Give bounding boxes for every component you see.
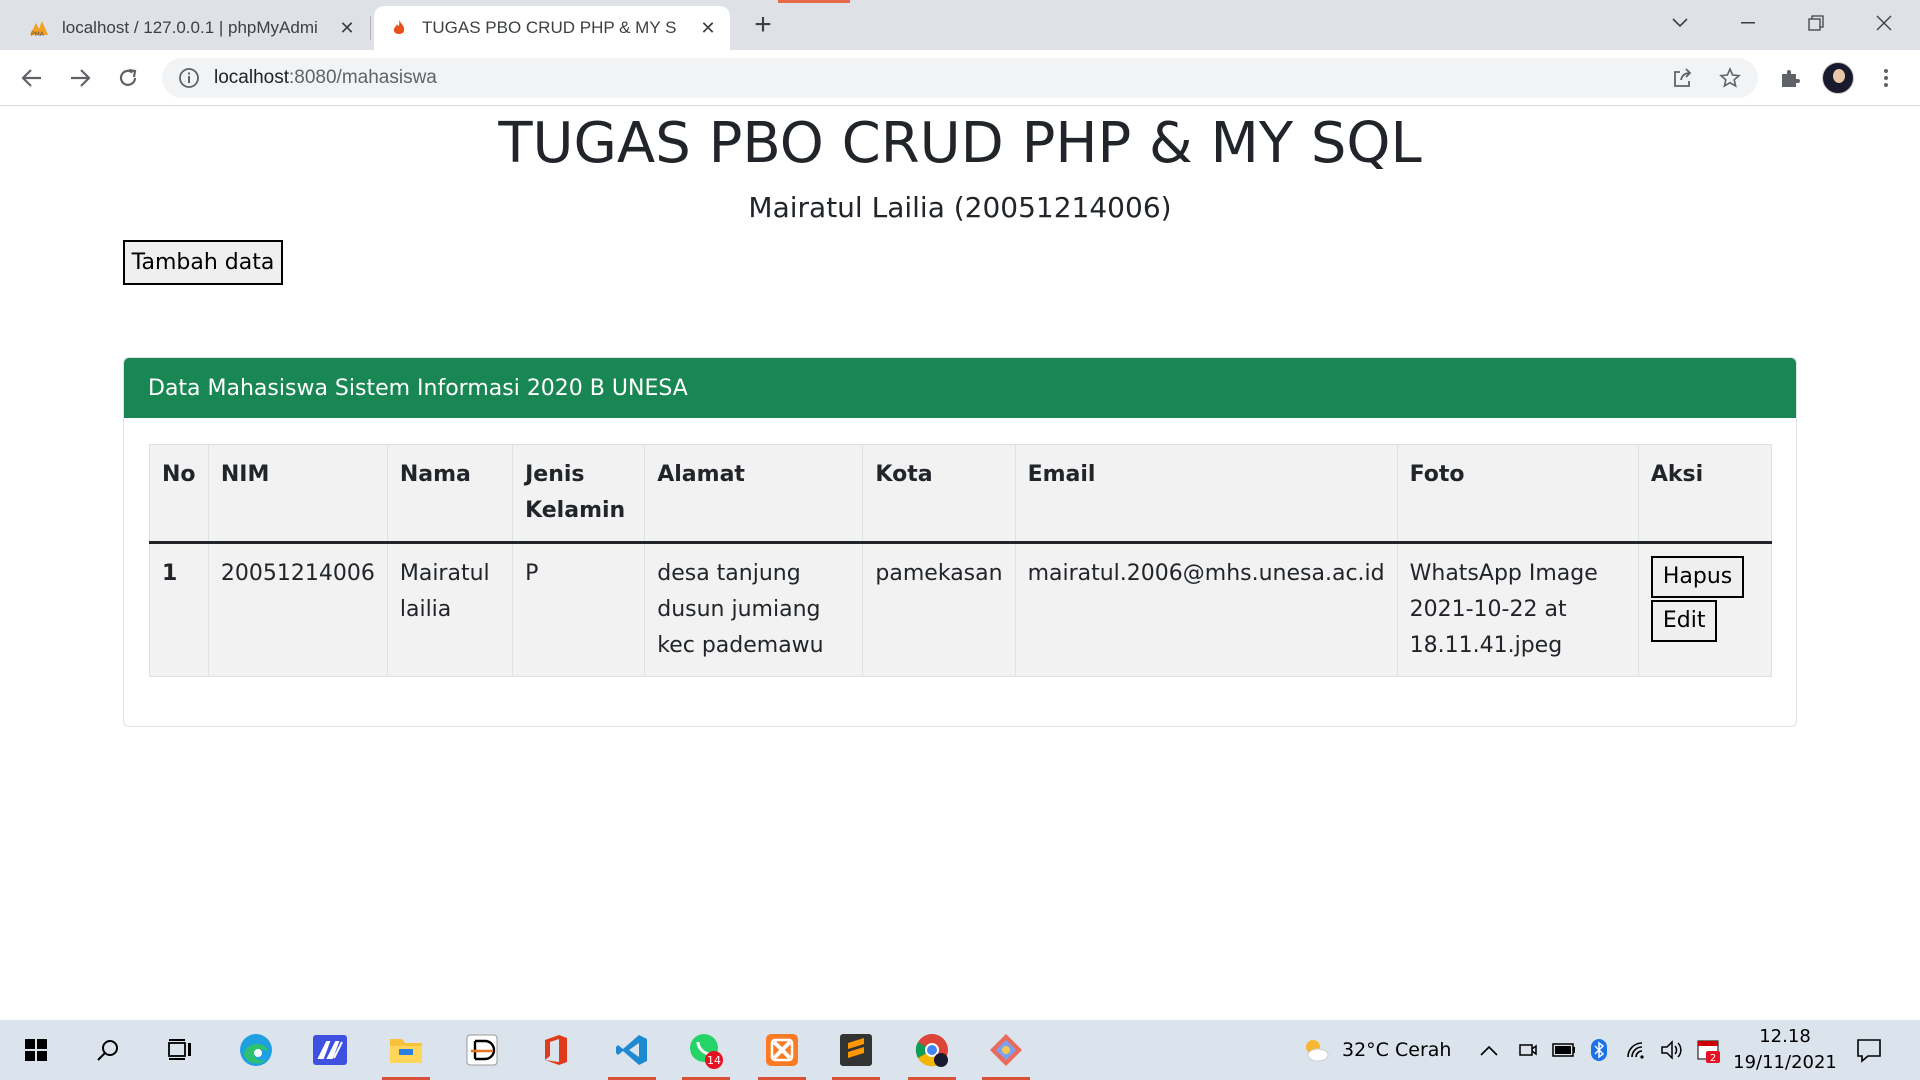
column-header-jenis-kelamin: Jenis Kelamin — [512, 444, 646, 543]
partly-cloudy-icon — [1306, 1040, 1329, 1062]
site-info-icon[interactable] — [178, 67, 200, 89]
share-icon[interactable] — [1670, 66, 1694, 90]
page-title: TUGAS PBO CRUD PHP & MY SQL — [498, 111, 1422, 176]
column-header-nim: NIM — [207, 444, 388, 543]
restore-button[interactable] — [1786, 6, 1846, 40]
mahasiswa-table: No NIM Nama Jenis Kelamin Alamat Kota Em… — [149, 444, 1773, 677]
chrome-icon[interactable] — [902, 1020, 962, 1080]
system-clock[interactable]: 12.18 19/11/2021 — [1730, 1024, 1840, 1076]
tab-strip: PMA localhost / 127.0.0.1 | phpMyAdmin ✕… — [0, 0, 1920, 50]
battery-icon[interactable] — [1552, 1020, 1576, 1080]
diagram-app-icon[interactable] — [452, 1020, 512, 1080]
bluetooth-icon[interactable] — [1590, 1020, 1608, 1080]
loading-indicator — [778, 0, 850, 3]
tab-phpmyadmin[interactable]: PMA localhost / 127.0.0.1 | phpMyAdmin ✕ — [14, 6, 369, 50]
tab-title: TUGAS PBO CRUD PHP & MY SQL — [422, 18, 677, 37]
tab-title: localhost / 127.0.0.1 | phpMyAdmin — [62, 18, 317, 37]
task-view-icon[interactable] — [150, 1020, 210, 1080]
weather-widget[interactable]: 32°C Cerah — [1302, 1020, 1451, 1080]
data-card: Data Mahasiswa Sistem Informasi 2020 B U… — [123, 357, 1797, 727]
close-window-button[interactable] — [1854, 6, 1914, 40]
close-tab-icon[interactable]: ✕ — [335, 16, 359, 40]
page-subtitle: Mairatul Lailia (20051214006) — [748, 191, 1172, 224]
meet-now-icon[interactable] — [1518, 1020, 1538, 1080]
add-data-button[interactable]: Tambah data — [123, 240, 283, 285]
tab-crud-active[interactable]: TUGAS PBO CRUD PHP & MY SQL ✕ — [374, 6, 730, 50]
table-header-row: No NIM Nama Jenis Kelamin Alamat Kota Em… — [149, 444, 1773, 543]
cell-jenis-kelamin: P — [512, 542, 646, 677]
cell-alamat: desa tanjung dusun jumiang kec pademawu — [644, 542, 864, 677]
chrome-menu-icon[interactable] — [1870, 62, 1902, 94]
column-header-kota: Kota — [862, 444, 1016, 543]
wifi-icon[interactable] — [1626, 1020, 1648, 1080]
url-path: :8080/mahasiswa — [289, 67, 437, 88]
visual-studio-icon[interactable] — [300, 1020, 360, 1080]
file-explorer-icon[interactable] — [376, 1020, 436, 1080]
clock-time: 12.18 — [1759, 1026, 1811, 1047]
start-windows-icon[interactable] — [6, 1020, 66, 1080]
calendar-badge: 2 — [1710, 1053, 1716, 1063]
windows-taskbar: 14 32°C Cerah 2 12.18 19/11/2021 — [0, 1020, 1920, 1080]
edit-button[interactable]: Edit — [1650, 600, 1718, 642]
back-button[interactable] — [14, 60, 50, 96]
cell-nim: 20051214006 — [207, 542, 388, 677]
cell-email: mairatul.2006@mhs.unesa.ac.id — [1014, 542, 1398, 677]
whatsapp-icon[interactable]: 14 — [676, 1020, 736, 1080]
web-page: TUGAS PBO CRUD PHP & MY SQL Mairatul Lai… — [0, 107, 1920, 1020]
show-hidden-icons-chevron-icon[interactable] — [1480, 1020, 1498, 1080]
cell-no: 1 — [149, 542, 209, 677]
avatar — [1822, 62, 1854, 94]
close-tab-icon[interactable]: ✕ — [696, 16, 720, 40]
url-text: localhost:8080/mahasiswa — [214, 67, 437, 89]
minimize-button[interactable] — [1718, 6, 1778, 40]
new-tab-button[interactable]: + — [748, 8, 778, 41]
url-host: localhost — [214, 67, 289, 88]
column-header-email: Email — [1014, 444, 1398, 543]
cell-foto: WhatsApp Image 2021-10-22 at 18.11.41.jp… — [1396, 542, 1639, 677]
sublime-text-icon[interactable] — [826, 1020, 886, 1080]
tab-search-button[interactable] — [1650, 6, 1710, 40]
volume-icon[interactable] — [1660, 1020, 1684, 1080]
action-buttons: Hapus Edit — [1650, 556, 1759, 642]
column-header-nama: Nama — [386, 444, 514, 543]
flame-icon — [388, 17, 410, 39]
column-header-alamat: Alamat — [644, 444, 864, 543]
phpmyadmin-icon: PMA — [28, 17, 50, 39]
address-bar[interactable]: localhost:8080/mahasiswa — [162, 58, 1758, 98]
bookmark-star-icon[interactable] — [1718, 66, 1742, 90]
extensions-puzzle-icon[interactable] — [1774, 62, 1806, 94]
delete-button[interactable]: Hapus — [1650, 556, 1745, 598]
weather-text: 32°C Cerah — [1342, 1039, 1452, 1061]
xampp-icon[interactable] — [752, 1020, 812, 1080]
browser-toolbar: localhost:8080/mahasiswa — [0, 50, 1920, 106]
input-indicator-icon[interactable]: 2 — [1696, 1020, 1722, 1080]
card-header: Data Mahasiswa Sistem Informasi 2020 B U… — [124, 358, 1796, 418]
profile-avatar[interactable] — [1822, 62, 1854, 94]
edge-browser-icon[interactable] — [226, 1020, 286, 1080]
notification-center-icon[interactable] — [1856, 1020, 1882, 1080]
git-app-icon[interactable] — [976, 1020, 1036, 1080]
cell-aksi: Hapus Edit — [1637, 542, 1773, 677]
search-icon[interactable] — [78, 1020, 138, 1080]
whatsapp-badge: 14 — [707, 1054, 721, 1067]
column-header-aksi: Aksi — [1637, 444, 1773, 543]
forward-button[interactable] — [62, 60, 98, 96]
table-row: 1 20051214006 Mairatul lailia P desa tan… — [149, 542, 1773, 677]
column-header-no: No — [149, 444, 209, 543]
cell-nama: Mairatul lailia — [386, 542, 514, 677]
office-icon[interactable] — [526, 1020, 586, 1080]
vscode-icon[interactable] — [602, 1020, 662, 1080]
reload-button[interactable] — [110, 60, 146, 96]
cell-kota: pamekasan — [862, 542, 1016, 677]
column-header-foto: Foto — [1396, 444, 1639, 543]
tab-divider — [370, 16, 371, 40]
clock-date: 19/11/2021 — [1733, 1052, 1837, 1073]
svg-text:PMA: PMA — [31, 31, 45, 37]
